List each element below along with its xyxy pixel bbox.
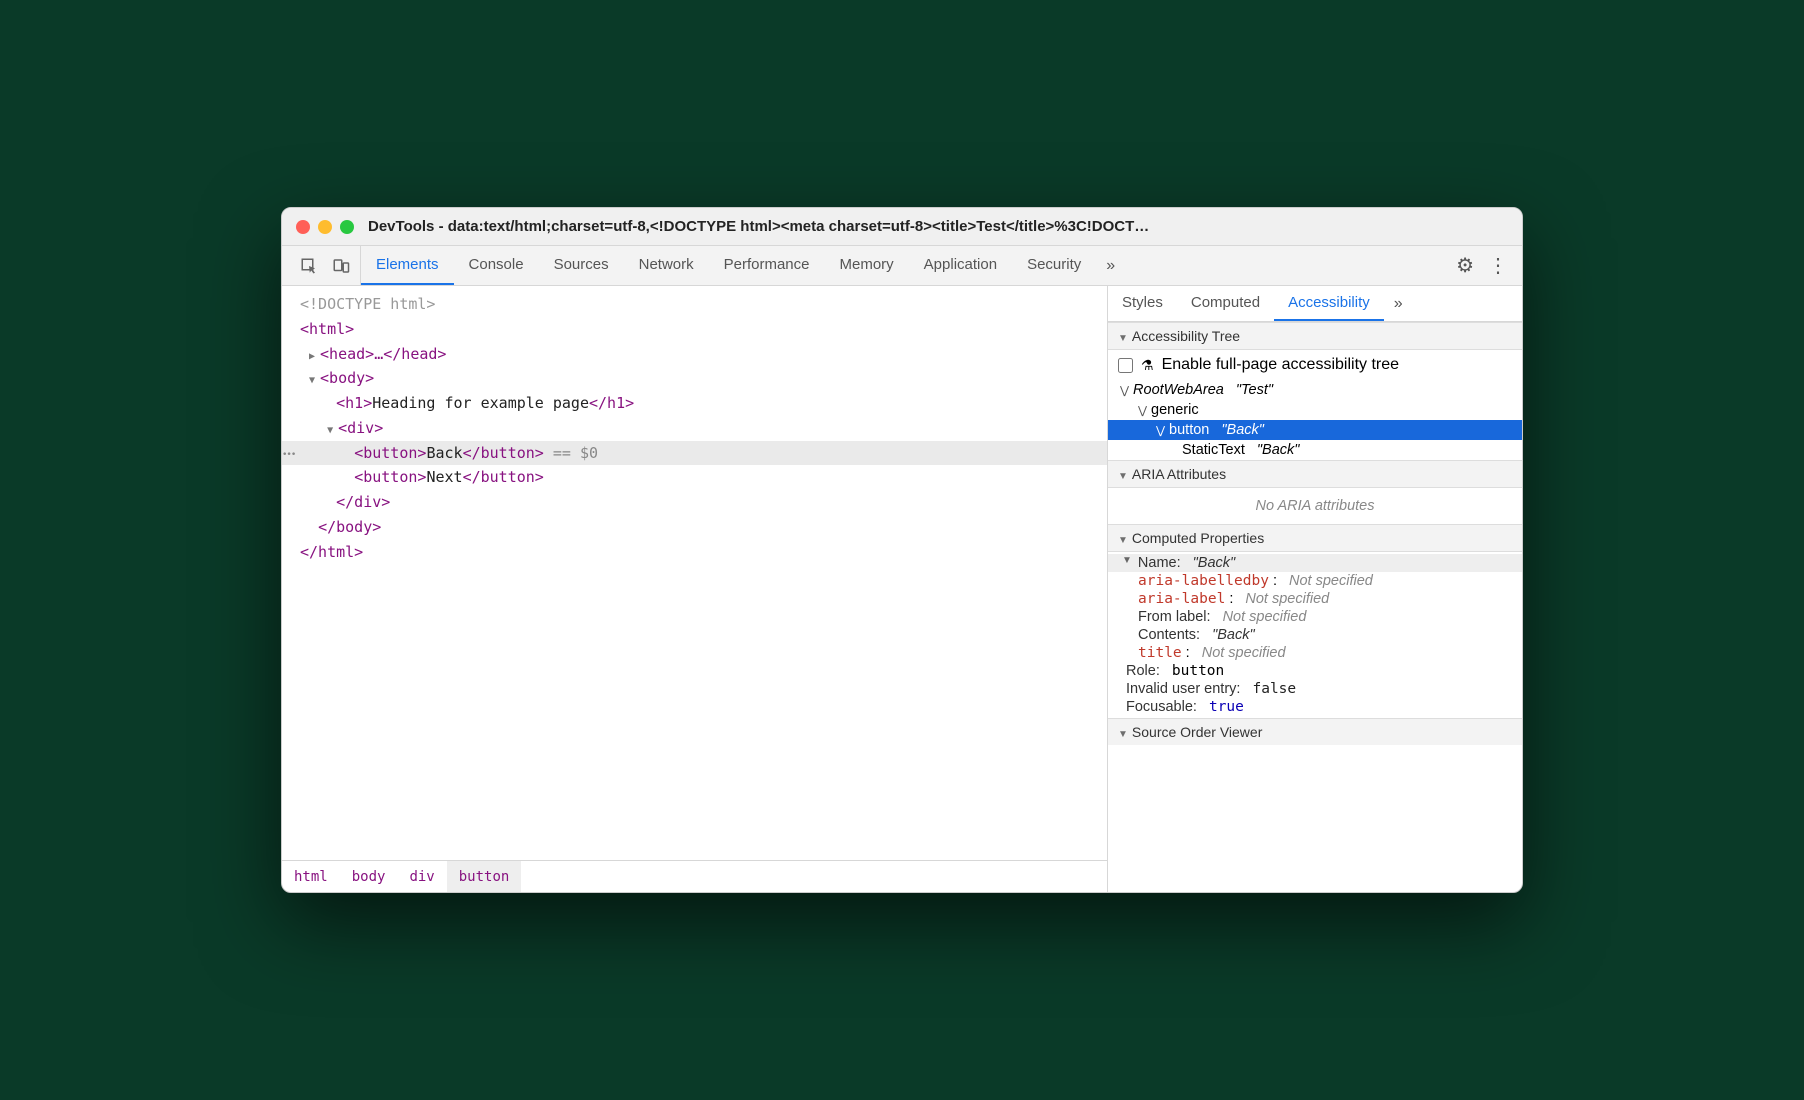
maximize-window-button[interactable] — [340, 220, 354, 234]
crumb-body[interactable]: body — [340, 861, 398, 892]
subtab-accessibility[interactable]: Accessibility — [1274, 286, 1384, 321]
more-options-icon[interactable]: ⋮ — [1488, 253, 1508, 278]
acc-statictext[interactable]: StaticText "Back" — [1108, 440, 1522, 460]
source-order-header[interactable]: ▼Source Order Viewer — [1108, 718, 1522, 745]
head-line[interactable]: ▶<head>…</head> — [282, 342, 1107, 367]
tab-application[interactable]: Application — [909, 246, 1012, 285]
tab-elements[interactable]: Elements — [361, 246, 454, 285]
doctype-line[interactable]: <!DOCTYPE html> — [282, 292, 1107, 317]
inspect-icon[interactable] — [300, 257, 318, 275]
acc-button[interactable]: ⋁button "Back" — [1108, 420, 1522, 440]
computed-aria-label: aria-label: Not specified — [1108, 590, 1522, 608]
device-toggle-icon[interactable] — [332, 257, 350, 275]
computed-invalid: Invalid user entry: false — [1108, 680, 1522, 698]
computed-props: ▼Name: "Back" aria-labelledby: Not speci… — [1108, 552, 1522, 718]
dom-tree[interactable]: <!DOCTYPE html> <html> ▶<head>…</head> ▼… — [282, 286, 1107, 860]
computed-aria-labelledby: aria-labelledby: Not specified — [1108, 572, 1522, 590]
enable-full-tree-row: ⚗ Enable full-page accessibility tree — [1108, 350, 1522, 380]
button-next-line[interactable]: <button>Next</button> — [282, 465, 1107, 490]
body-open[interactable]: ▼<body> — [282, 366, 1107, 391]
div-open[interactable]: ▼<div> — [282, 416, 1107, 441]
enable-full-tree-label: Enable full-page accessibility tree — [1162, 356, 1399, 374]
aria-empty: No ARIA attributes — [1108, 488, 1522, 524]
tab-memory[interactable]: Memory — [825, 246, 909, 285]
window-title: DevTools - data:text/html;charset=utf-8,… — [368, 218, 1508, 235]
body-close[interactable]: </body> — [282, 515, 1107, 540]
close-window-button[interactable] — [296, 220, 310, 234]
tab-sources[interactable]: Sources — [539, 246, 624, 285]
computed-focusable: Focusable: true — [1108, 698, 1522, 716]
subtab-computed[interactable]: Computed — [1177, 286, 1274, 321]
sidebar-tabs: Styles Computed Accessibility » — [1108, 286, 1522, 322]
html-open[interactable]: <html> — [282, 317, 1107, 342]
crumb-button[interactable]: button — [447, 861, 522, 892]
tab-performance[interactable]: Performance — [709, 246, 825, 285]
elements-panel: <!DOCTYPE html> <html> ▶<head>…</head> ▼… — [282, 286, 1108, 892]
acc-tree-header[interactable]: ▼Accessibility Tree — [1108, 322, 1522, 350]
html-close[interactable]: </html> — [282, 540, 1107, 565]
titlebar: DevTools - data:text/html;charset=utf-8,… — [282, 208, 1522, 246]
devtools-window: DevTools - data:text/html;charset=utf-8,… — [281, 207, 1523, 893]
button-back-line[interactable]: <button>Back</button> == $0 — [282, 441, 1107, 466]
crumb-div[interactable]: div — [397, 861, 446, 892]
crumb-html[interactable]: html — [282, 861, 340, 892]
aria-header[interactable]: ▼ARIA Attributes — [1108, 460, 1522, 488]
computed-contents: Contents: "Back" — [1108, 626, 1522, 644]
content-area: <!DOCTYPE html> <html> ▶<head>…</head> ▼… — [282, 286, 1522, 892]
enable-full-tree-checkbox[interactable] — [1118, 358, 1133, 373]
tab-security[interactable]: Security — [1012, 246, 1096, 285]
breadcrumb: html body div button — [282, 860, 1107, 892]
div-close[interactable]: </div> — [282, 490, 1107, 515]
accessibility-tree: ⋁RootWebArea "Test" ⋁generic ⋁button "Ba… — [1108, 380, 1522, 460]
experimental-icon: ⚗ — [1141, 357, 1154, 374]
subtabs-overflow-icon[interactable]: » — [1384, 286, 1413, 321]
sidebar-panel: Styles Computed Accessibility » ▼Accessi… — [1108, 286, 1522, 892]
tabs-overflow-icon[interactable]: » — [1096, 246, 1125, 285]
acc-generic[interactable]: ⋁generic — [1108, 400, 1522, 420]
h1-line[interactable]: <h1>Heading for example page</h1> — [282, 391, 1107, 416]
acc-root[interactable]: ⋁RootWebArea "Test" — [1108, 380, 1522, 400]
settings-icon[interactable]: ⚙ — [1456, 253, 1474, 278]
traffic-lights — [296, 220, 354, 234]
computed-title: title: Not specified — [1108, 644, 1522, 662]
tab-network[interactable]: Network — [624, 246, 709, 285]
tab-console[interactable]: Console — [454, 246, 539, 285]
subtab-styles[interactable]: Styles — [1108, 286, 1177, 321]
main-toolbar: Elements Console Sources Network Perform… — [282, 246, 1522, 286]
computed-props-header[interactable]: ▼Computed Properties — [1108, 524, 1522, 552]
minimize-window-button[interactable] — [318, 220, 332, 234]
computed-name-row[interactable]: ▼Name: "Back" — [1108, 554, 1522, 572]
computed-role: Role: button — [1108, 662, 1522, 680]
computed-from-label: From label: Not specified — [1108, 608, 1522, 626]
